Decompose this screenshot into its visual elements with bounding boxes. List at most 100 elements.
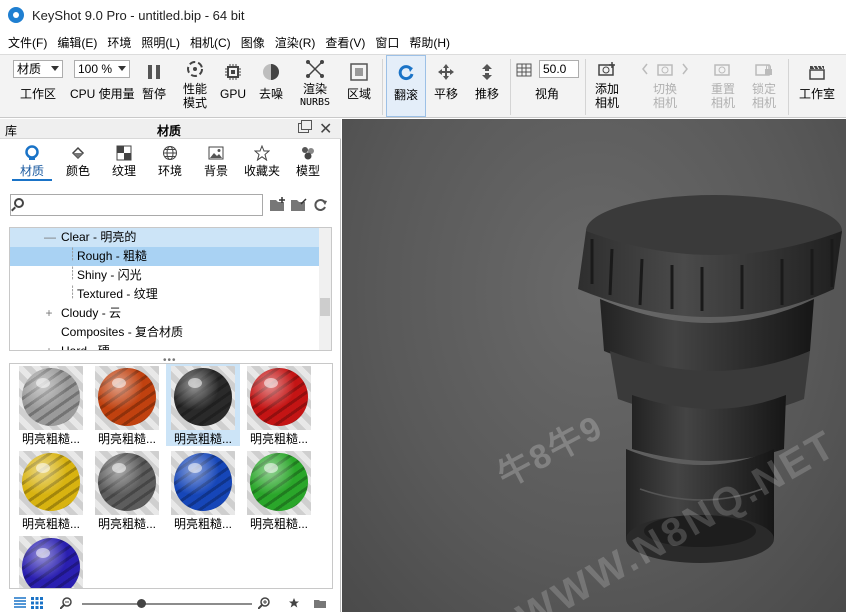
material-preview (19, 451, 83, 515)
library-tabs: 材质 颜色 纹理 环境 背景 收藏夹 模型 (0, 143, 341, 183)
tree-item-shiny[interactable]: ┊ Shiny - 闪光 (10, 266, 320, 285)
library-bottom-bar (0, 593, 341, 612)
new-folder-icon[interactable] (269, 197, 287, 213)
import-icon[interactable] (314, 597, 326, 609)
menu-lighting[interactable]: 照明(L) (136, 34, 185, 51)
tree-item-cloudy[interactable]: + Cloudy - 云 (10, 304, 320, 323)
render-viewport[interactable]: 牛8牛9 WWW.N8NQ.NET (342, 119, 846, 612)
tab-models[interactable]: 模型 (288, 143, 328, 181)
nurbs-icon (305, 59, 325, 79)
tab-favorites[interactable]: 收藏夹 (242, 143, 282, 181)
performance-mode-label: 性能 模式 (182, 82, 207, 110)
menu-view[interactable]: 查看(V) (320, 34, 370, 51)
tree-connector: ┊ (69, 285, 77, 299)
material-thumbnail-label: 明亮粗糙... (173, 432, 232, 446)
material-thumbnail[interactable]: 明亮粗糙... (166, 449, 240, 531)
switch-camera-button[interactable]: 切换 相机 (636, 55, 694, 117)
material-preview (247, 451, 311, 515)
tree-connector: ┊ (69, 247, 77, 261)
menu-file[interactable]: 文件(F) (3, 34, 52, 51)
tumble-button[interactable]: 翻滚 (386, 55, 426, 117)
material-thumbnail[interactable]: 明亮粗糙... (90, 364, 164, 446)
material-sphere (22, 538, 80, 588)
material-thumbnail[interactable] (14, 534, 88, 588)
performance-mode-button[interactable]: 性能 模式 (176, 55, 214, 117)
tree-item-composites[interactable]: Composites - 复合材质 (10, 323, 320, 342)
studio-button[interactable]: 工作室 (794, 55, 840, 117)
material-thumbnail[interactable]: 明亮粗糙... (166, 364, 240, 446)
switch-camera-label-1: 切换 (652, 82, 677, 96)
tree-connector: ┊ (69, 266, 77, 280)
library-search-field[interactable] (10, 194, 263, 216)
add-camera-label-1: 添加 (594, 82, 619, 96)
tree-scrollbar-thumb[interactable] (320, 298, 330, 316)
pause-icon (144, 62, 164, 82)
tab-environments[interactable]: 环境 (150, 143, 190, 181)
tab-colors[interactable]: 颜色 (58, 143, 98, 181)
material-sphere (250, 368, 308, 426)
menu-window[interactable]: 窗口 (370, 34, 404, 51)
add-camera-label-2: 相机 (594, 96, 619, 110)
library-panel-label: 库 (5, 124, 18, 138)
material-preview (171, 366, 235, 430)
checker-icon (116, 145, 132, 161)
lock-camera-button[interactable]: 锁定 相机 (746, 55, 782, 117)
tab-backplates[interactable]: 背景 (196, 143, 236, 181)
tab-materials-label: 材质 (19, 164, 44, 178)
menu-edit[interactable]: 编辑(E) (52, 34, 102, 51)
add-camera-button[interactable]: 添加 相机 (590, 55, 624, 117)
thumbnail-size-slider[interactable] (82, 603, 252, 605)
performance-icon (185, 59, 205, 79)
workspace-button[interactable]: 工作区 (13, 55, 63, 117)
close-icon[interactable]: ✕ (319, 119, 332, 139)
tree-item-textured[interactable]: ┊ Textured - 纹理 (10, 285, 320, 304)
material-thumbnail[interactable]: 明亮粗糙... (242, 364, 316, 446)
expand-icon[interactable]: + (44, 342, 54, 350)
material-sphere (22, 368, 80, 426)
thumbnail-size-slider-knob[interactable] (137, 599, 146, 608)
zoom-in-icon[interactable] (258, 597, 270, 609)
menu-camera[interactable]: 相机(C) (185, 34, 236, 51)
pan-arrows-icon (436, 62, 456, 82)
reset-camera-button[interactable]: 重置 相机 (706, 55, 740, 117)
gpu-button[interactable]: GPU (218, 55, 248, 117)
tree-item-clear[interactable]: — Clear - 明亮的 (10, 228, 320, 247)
menu-help[interactable]: 帮助(H) (404, 34, 455, 51)
dolly-button[interactable]: 推移 (470, 55, 504, 117)
denoise-button[interactable]: 去噪 (254, 55, 288, 117)
material-thumbnail[interactable]: 明亮粗糙... (90, 449, 164, 531)
rendered-model[interactable] (342, 119, 846, 612)
import-folder-icon[interactable] (290, 197, 308, 213)
menu-render[interactable]: 渲染(R) (270, 34, 321, 51)
expand-icon[interactable]: + (44, 304, 54, 323)
keyshot-logo-icon (8, 7, 24, 23)
region-icon (349, 62, 369, 82)
list-view-icon[interactable] (14, 597, 26, 609)
pause-button[interactable]: 暂停 (138, 55, 170, 117)
pan-button[interactable]: 平移 (430, 55, 462, 117)
star-icon (254, 145, 270, 161)
material-preview (247, 366, 311, 430)
material-thumbnail[interactable]: 明亮粗糙... (14, 449, 88, 531)
grid-view-icon[interactable] (31, 597, 43, 609)
tab-textures[interactable]: 纹理 (104, 143, 144, 181)
material-thumbnail-grid: 明亮粗糙... 明亮粗糙... 明亮粗糙... 明亮粗糙... 明亮粗糙... 明亮粗糙.… (9, 363, 333, 589)
region-button[interactable]: 区域 (342, 55, 376, 117)
tree-item-rough[interactable]: ┊ Rough - 粗糙 (10, 247, 320, 266)
favorite-icon[interactable] (288, 597, 300, 609)
tree-item-hard[interactable]: + Hard - 硬 (10, 342, 320, 350)
material-thumbnail[interactable]: 明亮粗糙... (242, 449, 316, 531)
material-thumbnail[interactable]: 明亮粗糙... (14, 364, 88, 446)
tab-textures-label: 纹理 (111, 164, 136, 178)
tree-scrollbar[interactable] (319, 228, 331, 350)
pause-label: 暂停 (141, 87, 166, 101)
float-window-icon[interactable] (298, 120, 312, 133)
collapse-icon[interactable]: — (44, 228, 56, 247)
tab-materials[interactable]: 材质 (12, 143, 52, 181)
render-nurbs-button[interactable]: 渲染 NURBS (296, 55, 334, 117)
menu-image[interactable]: 图像 (236, 34, 270, 51)
refresh-icon[interactable] (311, 197, 329, 213)
menu-environment[interactable]: 环境 (102, 34, 136, 51)
lock-camera-label-1: 锁定 (751, 82, 776, 96)
zoom-out-icon[interactable] (60, 597, 72, 609)
